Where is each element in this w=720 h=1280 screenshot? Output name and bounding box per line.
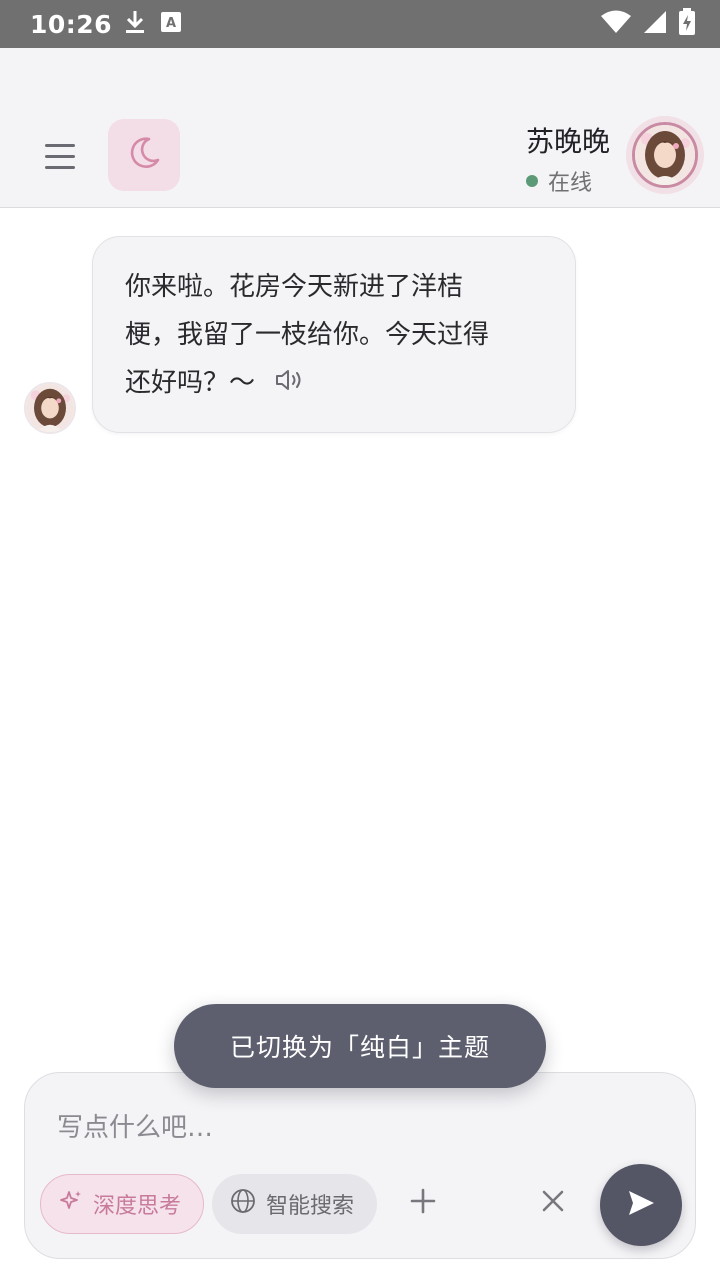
deep-think-toggle[interactable]: 深度思考 (40, 1174, 204, 1234)
message-composer: 写点什么吧… 深度思考 智能搜索 (24, 1072, 696, 1259)
status-time: 10:26 (30, 9, 113, 39)
theme-toggle-button[interactable] (108, 119, 180, 191)
signal-icon (642, 9, 668, 39)
status-left-icons: A (124, 9, 182, 39)
menu-icon (45, 143, 75, 147)
send-icon (626, 1188, 656, 1222)
plus-icon (410, 1188, 436, 1218)
close-icon (541, 1189, 565, 1217)
contact-status: 在线 (525, 165, 592, 197)
message-line: 梗，我留了一枝给你。今天过得 (125, 320, 490, 350)
keyboard-a-icon: A (160, 11, 182, 37)
speaker-icon[interactable] (275, 360, 305, 408)
deep-think-label: 深度思考 (93, 1194, 182, 1219)
clear-button[interactable] (533, 1183, 573, 1223)
smart-search-label: 智能搜索 (266, 1194, 355, 1219)
message-line-last: 还好吗？〜 (125, 359, 545, 408)
online-dot (525, 175, 538, 187)
globe-icon (230, 1188, 256, 1220)
theme-toast: 已切换为「纯白」主题 (174, 1004, 546, 1088)
avatar-portrait (635, 125, 695, 185)
contact-status-label: 在线 (547, 171, 592, 196)
moon-icon (125, 134, 163, 176)
sparkle-icon (59, 1189, 83, 1219)
contact-name: 苏晚晚 (525, 125, 610, 158)
assistant-avatar[interactable] (24, 382, 76, 434)
chat-header: 苏晚晚 在线 (0, 48, 720, 208)
attach-button[interactable] (403, 1183, 443, 1223)
battery-charging-icon (678, 8, 696, 40)
smart-search-toggle[interactable]: 智能搜索 (212, 1174, 377, 1234)
wifi-icon (600, 9, 632, 39)
chat-app: 10:26 A 苏晚晚 在线 你来啦。花房今天新进了洋桔 梗，我留了一枝给你。今… (0, 0, 720, 1280)
status-right-icons (600, 0, 696, 48)
menu-button[interactable] (38, 136, 82, 176)
status-bar: 10:26 A (0, 0, 720, 48)
message-input[interactable]: 写点什么吧… (57, 1107, 213, 1144)
assistant-message-bubble: 你来啦。花房今天新进了洋桔 梗，我留了一枝给你。今天过得 还好吗？〜 (92, 236, 576, 433)
message-line: 你来啦。花房今天新进了洋桔 (125, 272, 464, 302)
avatar-portrait (26, 384, 74, 432)
send-button[interactable] (600, 1164, 682, 1246)
message-list: 你来啦。花房今天新进了洋桔 梗，我留了一枝给你。今天过得 还好吗？〜 (0, 209, 720, 1069)
contact-avatar[interactable] (626, 116, 704, 194)
svg-text:A: A (166, 16, 176, 31)
download-icon (124, 9, 146, 39)
